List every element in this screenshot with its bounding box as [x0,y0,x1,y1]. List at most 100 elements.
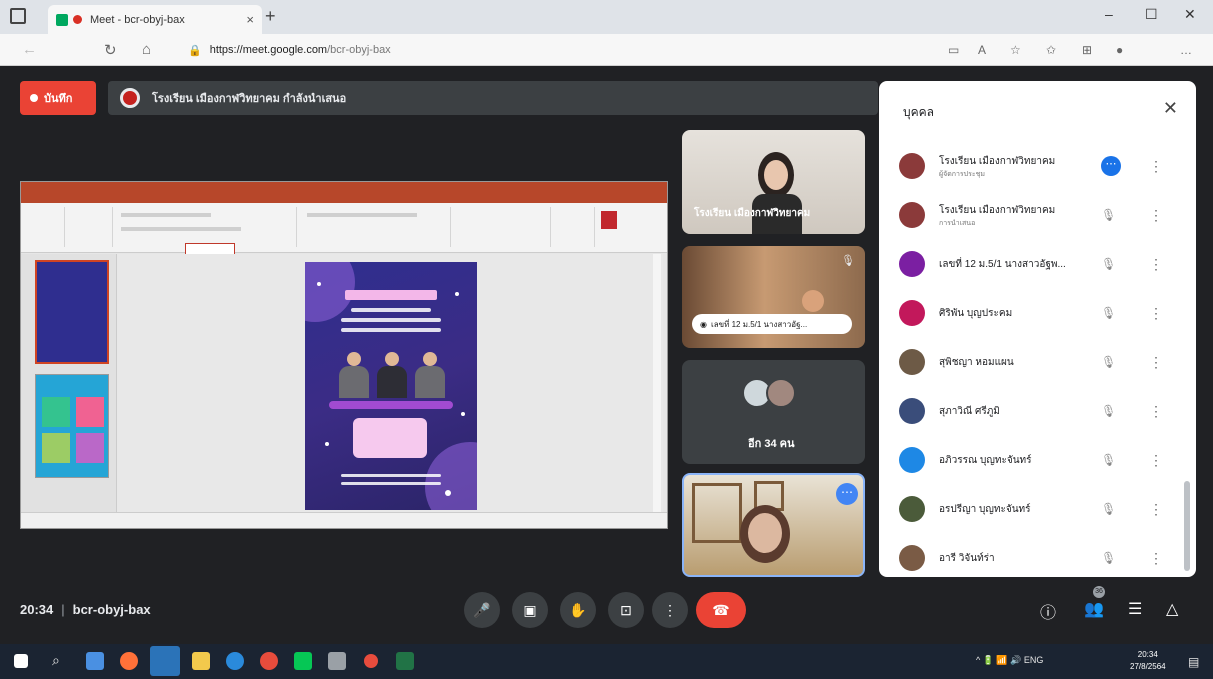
chrome-icon[interactable] [260,652,278,670]
ie-icon[interactable] [226,652,244,670]
profile-icon[interactable]: ● [1116,43,1123,57]
recording-button[interactable]: บันทึก [20,81,96,115]
firefox-icon[interactable] [120,652,138,670]
participant-row[interactable]: เลขที่ 12 ม.5/1 นางสาวอัฐพ... 🎙 ⋮ [879,239,1179,289]
home-icon[interactable]: ⌂ [142,41,151,58]
mic-off-icon[interactable]: 🎙 [1101,453,1116,467]
slide-person-photo [339,352,369,398]
start-icon[interactable] [14,654,28,668]
present-button[interactable]: ⊡ [608,592,644,628]
participant-row[interactable]: สุภาวิณี ศรีภูมิ 🎙 ⋮ [879,386,1179,436]
collections-icon[interactable]: ⊞ [1082,43,1092,57]
slide-thumbnail-1[interactable] [35,260,109,364]
mic-off-icon[interactable]: 🎙 [1101,404,1116,418]
canvas-scrollbar[interactable] [653,254,661,512]
line-app-icon[interactable] [294,652,312,670]
camera-icon: ▣ [523,601,537,618]
participant-more-button[interactable]: ⋮ [1149,305,1163,322]
participant-row[interactable]: อารี วิจันท์ร่า 🎙 ⋮ [879,533,1179,577]
mic-off-icon[interactable]: 🎙 [1101,257,1116,271]
file-explorer-icon[interactable] [192,652,210,670]
mic-off-icon[interactable]: 🎙 [1101,355,1116,369]
screen: Meet - bcr-obyj-bax × + – ☐ ✕ ← ↻ ⌂ 🔒 ht… [0,0,1213,679]
url-field[interactable]: 🔒 https://meet.google.com /bcr-obyj-bax [180,39,940,61]
participant-name: โรงเรียน เมืองกาฬวิทยาคม [939,156,1056,167]
participant-tile-student[interactable]: 🎙 ◉ เลขที่ 12 ม.5/1 นางสาวอัฐ... [682,246,865,348]
hand-icon: ✋ [569,601,587,618]
mic-toggle-button[interactable]: 🎤 [464,592,500,628]
slide-thumbnail-2[interactable] [35,374,109,478]
ribbon-para-tools [307,213,417,217]
tile-more-options-button[interactable]: ⋯ [836,483,858,505]
more-vert-icon: ⋮ [663,601,677,618]
participant-row[interactable]: สุพิชญา หอมแผน 🎙 ⋮ [879,337,1179,387]
more-participants-tile[interactable]: อีก 34 คน [682,360,865,464]
mic-off-icon[interactable]: 🎙 [1101,208,1116,222]
browser-tab[interactable]: Meet - bcr-obyj-bax × [48,5,262,34]
favorites-icon[interactable]: ✩ [1046,43,1056,57]
zoom-app-icon[interactable] [86,652,104,670]
mic-off-icon[interactable]: 🎙 [1101,551,1116,565]
app-icon[interactable] [364,654,378,668]
panel-scrollbar[interactable] [1184,481,1190,571]
raise-hand-button[interactable]: ✋ [560,592,596,628]
participant-row[interactable]: ศิริพัน บุญประคม 🎙 ⋮ [879,288,1179,338]
settings-menu-icon[interactable]: … [1180,43,1192,57]
refresh-icon[interactable]: ↻ [104,41,117,59]
mic-off-icon[interactable]: 🎙 [1101,306,1116,320]
participant-more-button[interactable]: ⋮ [1149,158,1163,175]
add-favorite-icon[interactable]: ☆ [1010,43,1021,57]
notifications-icon[interactable]: ▤ [1188,655,1199,669]
browser-tab-bar: Meet - bcr-obyj-bax × + – ☐ ✕ [0,0,1213,34]
people-button[interactable]: 👥 [1084,599,1104,619]
current-slide [305,262,477,510]
slide-text-line [341,328,441,332]
clock-time: 20:34 [1137,650,1158,659]
minimize-button[interactable]: – [1105,6,1113,22]
more-options-button[interactable]: ⋮ [652,592,688,628]
system-tray[interactable]: ^ 🔋 📶 🔊 ENG [976,655,1043,666]
activities-button[interactable]: △ [1166,599,1178,619]
tab-close-icon[interactable]: × [246,12,254,27]
participant-more-button[interactable]: ⋮ [1149,354,1163,371]
meeting-details-button[interactable]: ⓘ [1040,599,1056,623]
participant-avatar [899,300,925,326]
edge-active-icon[interactable] [150,646,180,676]
read-aloud-icon[interactable]: A [978,43,986,57]
reader-view-icon[interactable]: ▭ [948,43,959,57]
meeting-info: 20:34 | bcr-obyj-bax [20,602,151,617]
participant-name: โรงเรียน เมืองกาฬวิทยาคม [939,205,1056,216]
self-view-tile[interactable]: ⋯ [682,473,865,577]
camera-toggle-button[interactable]: ▣ [512,592,548,628]
participant-row[interactable]: โรงเรียน เมืองกาฬวิทยาคม ผู้จัดการประชุม ⋯… [879,141,1179,191]
ribbon-group-slides [69,207,113,247]
participant-row[interactable]: อภิวรรณ บุญทะจันทร์ 🎙 ⋮ [879,435,1179,485]
participant-more-button[interactable]: ⋮ [1149,403,1163,420]
back-icon[interactable]: ← [22,41,37,58]
window-menu-icon[interactable] [10,8,26,24]
participant-more-button[interactable]: ⋮ [1149,256,1163,273]
app-icon[interactable] [328,652,346,670]
leave-call-button[interactable]: ☎ [696,592,746,628]
mic-off-icon[interactable]: 🎙 [1101,502,1116,516]
participant-more-button[interactable]: ⋮ [1149,501,1163,518]
tile-participant-name: โรงเรียน เมืองกาฬวิทยาคม [694,208,811,219]
participant-tile-presenter[interactable]: โรงเรียน เมืองกาฬวิทยาคม [682,130,865,234]
excel-icon[interactable] [396,652,414,670]
panel-close-button[interactable]: ✕ [1163,98,1178,119]
maximize-button[interactable]: ☐ [1145,6,1158,23]
meeting-time: 20:34 [20,602,54,617]
taskbar-clock[interactable]: 20:34 27/8/2564 [1130,649,1166,673]
slide-person-photo [377,352,407,398]
chat-button[interactable]: ☰ [1128,599,1142,619]
participant-more-button[interactable]: ⋮ [1149,452,1163,469]
search-icon[interactable]: ⌕ [52,652,60,669]
participant-row[interactable]: โรงเรียน เมืองกาฬวิทยาคม การนำเสนอ 🎙 ⋮ [879,190,1179,240]
close-window-button[interactable]: ✕ [1184,6,1196,23]
participant-row[interactable]: อรปรีญา บุญทะจันทร์ 🎙 ⋮ [879,484,1179,534]
participant-more-button[interactable]: ⋮ [1149,207,1163,224]
pin-icon: ◉ [700,319,707,329]
participant-more-button[interactable]: ⋮ [1149,550,1163,567]
new-tab-button[interactable]: + [265,6,276,27]
participant-face [802,290,824,312]
